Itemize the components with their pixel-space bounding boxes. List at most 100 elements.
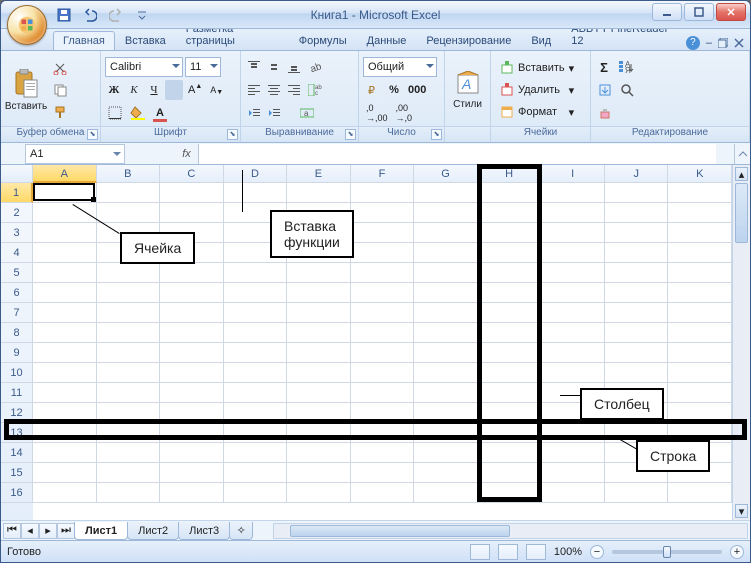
sheet-tab-1[interactable]: Лист1 — [74, 522, 128, 540]
wrap-text-button[interactable]: abc — [305, 80, 325, 100]
scroll-down-button[interactable]: ▾ — [735, 504, 748, 518]
sheet-nav-last[interactable]: ⏭ — [57, 523, 75, 539]
qat-undo-button[interactable] — [79, 5, 101, 25]
autosum-button[interactable]: Σ — [595, 57, 613, 77]
col-header-J[interactable]: J — [605, 165, 669, 183]
row-header-6[interactable]: 6 — [1, 283, 33, 303]
col-header-D[interactable]: D — [224, 165, 288, 183]
decrease-indent-button[interactable] — [245, 103, 263, 123]
increase-indent-button[interactable] — [265, 103, 283, 123]
maximize-button[interactable] — [684, 3, 714, 21]
tab-home[interactable]: Главная — [53, 31, 115, 50]
underline-button[interactable]: Ч — [145, 80, 163, 100]
row-header-10[interactable]: 10 — [1, 363, 33, 383]
qat-redo-button[interactable] — [105, 5, 127, 25]
col-header-H[interactable]: H — [478, 165, 542, 183]
font-color-button[interactable]: A — [151, 103, 169, 123]
sheet-tab-2[interactable]: Лист2 — [127, 522, 179, 540]
sheet-tab-new[interactable]: ✧ — [229, 522, 253, 540]
font-size-combo[interactable]: 11 — [185, 57, 221, 77]
tab-formulas[interactable]: Формулы — [289, 31, 357, 50]
grow-font-button[interactable]: A▲ — [185, 80, 205, 100]
tab-review[interactable]: Рецензирование — [416, 31, 521, 50]
align-top-button[interactable] — [245, 57, 263, 77]
row-header-12[interactable]: 12 — [1, 403, 33, 423]
currency-button[interactable]: ₽ — [363, 80, 383, 100]
tab-view[interactable]: Вид — [521, 31, 561, 50]
horizontal-scrollbar[interactable] — [273, 523, 748, 539]
paste-button[interactable]: Вставить — [5, 54, 47, 126]
tab-data[interactable]: Данные — [357, 31, 417, 50]
col-header-F[interactable]: F — [351, 165, 415, 183]
cells-format-button[interactable]: Формат▾ — [495, 102, 579, 122]
col-header-I[interactable]: I — [541, 165, 605, 183]
row-header-8[interactable]: 8 — [1, 323, 33, 343]
row-header-15[interactable]: 15 — [1, 463, 33, 483]
hscroll-thumb[interactable] — [290, 525, 510, 537]
font-name-combo[interactable]: Calibri — [105, 57, 183, 77]
percent-button[interactable]: % — [385, 80, 403, 100]
decrease-decimal-button[interactable]: ,00→,0 — [393, 103, 416, 123]
cells-insert-button[interactable]: Вставить▾ — [495, 58, 579, 78]
sheet-nav-first[interactable]: ⏮ — [3, 523, 21, 539]
col-header-K[interactable]: K — [668, 165, 732, 183]
copy-button[interactable] — [50, 80, 70, 100]
formula-expand-button[interactable] — [734, 144, 750, 164]
qat-save-button[interactable] — [53, 5, 75, 25]
orientation-button[interactable]: ab — [305, 57, 325, 77]
fill-color-button[interactable] — [127, 103, 149, 123]
sheet-nav-prev[interactable]: ◂ — [21, 523, 39, 539]
increase-decimal-button[interactable]: ,0→,00 — [363, 103, 391, 123]
row-header-1[interactable]: 1 — [1, 183, 33, 203]
row-headers[interactable]: 12345678910111213141516 — [1, 183, 33, 520]
ribbon-minimize-icon[interactable]: – — [706, 37, 712, 49]
sort-filter-button[interactable]: AЯ — [615, 57, 637, 77]
align-middle-button[interactable] — [265, 57, 283, 77]
office-button[interactable] — [7, 5, 47, 45]
select-all-corner[interactable] — [1, 165, 33, 183]
row-header-5[interactable]: 5 — [1, 263, 33, 283]
col-header-B[interactable]: B — [97, 165, 161, 183]
minimize-button[interactable] — [652, 3, 682, 21]
fill-button[interactable] — [595, 80, 615, 100]
align-left-button[interactable] — [245, 80, 263, 100]
help-icon[interactable]: ? — [686, 36, 700, 50]
row-header-13[interactable]: 13 — [1, 423, 33, 443]
align-bottom-button[interactable] — [285, 57, 303, 77]
qat-customize-button[interactable] — [131, 5, 153, 25]
col-header-A[interactable]: A — [33, 165, 97, 183]
format-painter-button[interactable] — [50, 102, 70, 122]
vscroll-thumb[interactable] — [735, 183, 748, 243]
comma-button[interactable]: 000 — [405, 80, 429, 100]
row-header-14[interactable]: 14 — [1, 443, 33, 463]
cut-button[interactable] — [50, 58, 70, 78]
sheet-tab-3[interactable]: Лист3 — [178, 522, 230, 540]
zoom-out-button[interactable]: − — [590, 545, 604, 559]
cells-delete-button[interactable]: Удалить▾ — [495, 80, 579, 100]
align-center-button[interactable] — [265, 80, 283, 100]
row-header-9[interactable]: 9 — [1, 343, 33, 363]
zoom-level[interactable]: 100% — [554, 546, 582, 558]
formula-input[interactable] — [199, 144, 716, 164]
column-headers[interactable]: ABCDEFGHIJK — [33, 165, 732, 183]
col-header-C[interactable]: C — [160, 165, 224, 183]
col-header-G[interactable]: G — [414, 165, 478, 183]
find-button[interactable] — [617, 80, 639, 100]
shrink-font-button[interactable]: A▼ — [207, 80, 226, 100]
bold-button[interactable]: Ж — [105, 80, 123, 100]
border-button[interactable] — [105, 103, 125, 123]
align-right-button[interactable] — [285, 80, 303, 100]
alignment-launcher-icon[interactable]: ⬊ — [345, 129, 356, 140]
styles-button[interactable]: A Стили — [449, 54, 486, 126]
zoom-slider[interactable] — [612, 550, 722, 554]
row-header-4[interactable]: 4 — [1, 243, 33, 263]
view-pagebreak-button[interactable] — [526, 544, 546, 560]
number-format-combo[interactable]: Общий — [363, 57, 437, 77]
view-normal-button[interactable] — [470, 544, 490, 560]
number-launcher-icon[interactable]: ⬊ — [431, 129, 442, 140]
sheet-nav-next[interactable]: ▸ — [39, 523, 57, 539]
row-header-11[interactable]: 11 — [1, 383, 33, 403]
row-header-2[interactable]: 2 — [1, 203, 33, 223]
insert-function-button[interactable]: fx — [175, 144, 199, 164]
row-header-7[interactable]: 7 — [1, 303, 33, 323]
